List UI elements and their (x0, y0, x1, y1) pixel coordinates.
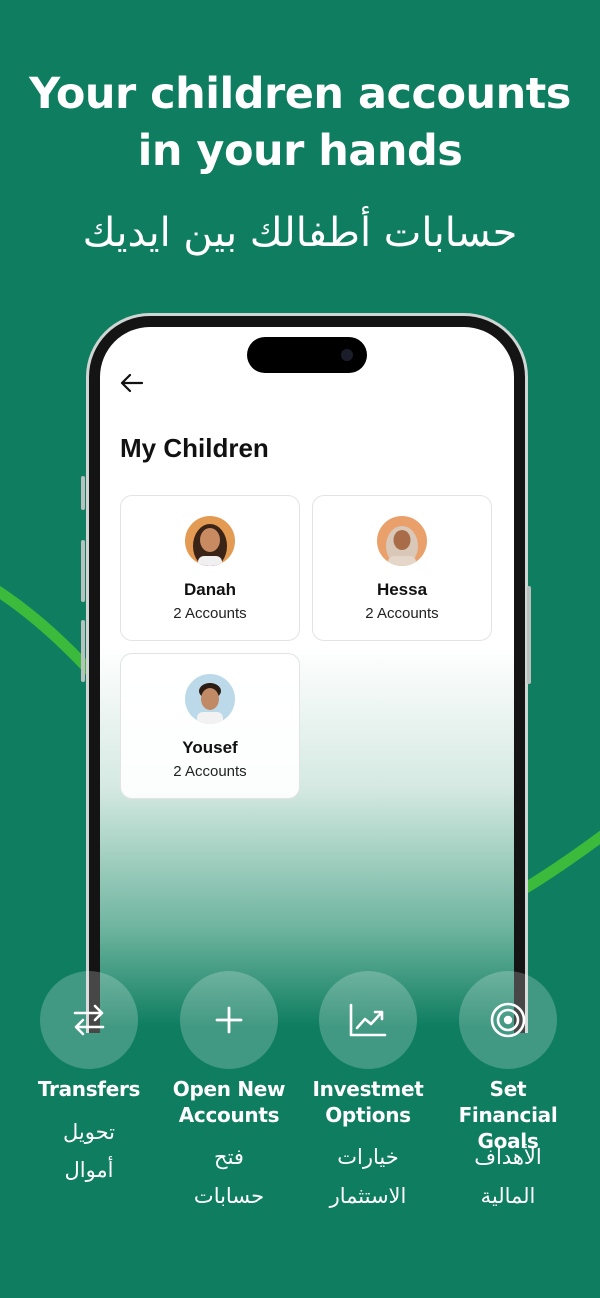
feature-label-arabic: أموال (64, 1158, 114, 1182)
feature-label-arabic: الأهداف (474, 1145, 542, 1169)
feature-label-arabic: المالية (480, 1184, 536, 1208)
phone-volume-up-button (81, 540, 85, 602)
headline-line-1: Your children accounts (29, 69, 571, 119)
feature-label: Investmet Options (298, 1076, 438, 1128)
feature-label-line-1: Investmet (312, 1077, 424, 1101)
camera-icon (341, 349, 353, 361)
child-card-danah[interactable]: Danah 2 Accounts (120, 495, 300, 641)
child-name: Hessa (376, 580, 428, 599)
plus-icon (215, 1006, 243, 1034)
set-financial-goals-button[interactable] (459, 971, 557, 1069)
chart-trend-icon (349, 1003, 387, 1037)
feature-label-arabic: تحويل (63, 1120, 115, 1144)
transfers-button[interactable] (40, 971, 138, 1069)
girl-hijab-avatar (377, 516, 427, 566)
transfer-arrows-icon (73, 1004, 105, 1036)
headline: Your children accounts in your hands (0, 66, 600, 180)
feature-label: Transfers (37, 1077, 141, 1101)
child-accounts-count: 2 Accounts (173, 763, 247, 780)
feature-label: Open New Accounts (159, 1076, 299, 1128)
investment-options-button[interactable] (319, 971, 417, 1069)
child-card-hessa[interactable]: Hessa 2 Accounts (312, 495, 492, 641)
child-accounts-count: 2 Accounts (173, 605, 247, 622)
page-title: My Children (120, 433, 269, 463)
feature-label-line-1: Set Financial (458, 1077, 558, 1127)
target-icon (490, 1002, 526, 1038)
feature-label-arabic: حسابات (193, 1184, 265, 1208)
open-new-accounts-button[interactable] (180, 971, 278, 1069)
feature-label-line-2: Accounts (178, 1103, 280, 1127)
phone-screen: My Children Danah 2 Accounts Hessa 2 Acc… (100, 327, 514, 1033)
child-name: Yousef (182, 738, 238, 757)
child-card-yousef[interactable]: Yousef 2 Accounts (120, 653, 300, 799)
girl-avatar (185, 516, 235, 566)
phone-volume-down-button (81, 620, 85, 682)
headline-arabic: حسابات أطفالك بين ايديك (82, 210, 518, 256)
feature-label-arabic: الاستثمار (329, 1184, 407, 1208)
headline-line-2: in your hands (137, 126, 463, 176)
child-name: Danah (184, 580, 236, 599)
feature-label-line-2: Options (325, 1103, 411, 1127)
boy-avatar (185, 674, 235, 724)
child-accounts-count: 2 Accounts (365, 605, 439, 622)
dynamic-island (247, 337, 367, 373)
feature-label-arabic: خيارات (337, 1145, 399, 1169)
back-button[interactable] (118, 371, 146, 395)
phone-side-button (81, 476, 85, 510)
phone-power-button (527, 586, 531, 684)
arrow-left-icon (120, 373, 144, 393)
feature-label-line-1: Open New (172, 1077, 286, 1101)
feature-label-arabic: فتح (214, 1145, 244, 1169)
